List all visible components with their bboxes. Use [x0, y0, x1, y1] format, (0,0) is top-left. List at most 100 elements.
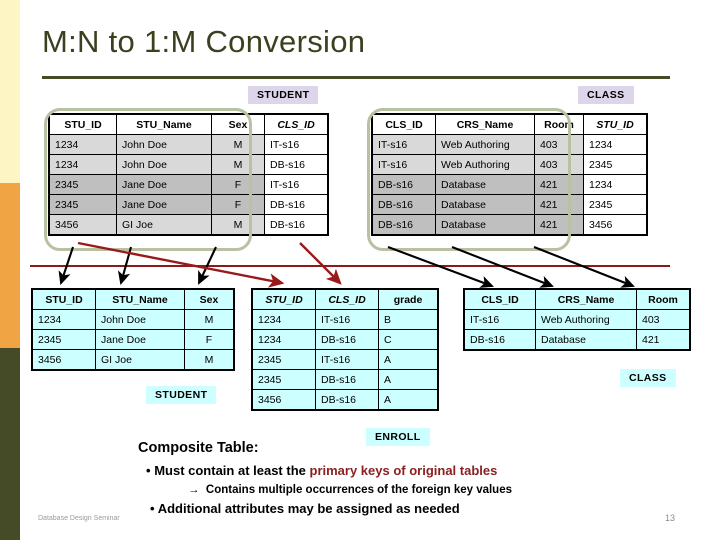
top-student-caption: STUDENT [248, 86, 319, 104]
cell-sex: M [211, 134, 265, 155]
table-row: 3456 DB-s16 A [251, 389, 439, 411]
cell-cls-id: DB-s16 [264, 154, 329, 175]
table-row: DB-s16 Database 421 [463, 329, 691, 351]
table-header-row: STU_ID STU_Name Sex [31, 288, 235, 310]
bottom-class-caption: CLASS [620, 369, 676, 387]
cell-cls-id: DB-s16 [371, 214, 436, 236]
cell-stu-id: 1234 [31, 309, 96, 330]
sub-note-foreign-keys: → Contains multiple occurrences of the f… [188, 484, 512, 496]
cell-grade: A [378, 389, 439, 411]
left-stripe-orange [0, 183, 20, 348]
section-divider [30, 265, 670, 267]
cell-cls-id: IT-s16 [371, 154, 436, 175]
cell-room: 421 [636, 329, 691, 351]
cell-crs-name: Database [435, 214, 535, 236]
enroll-caption: ENROLL [366, 428, 430, 446]
table-row: DB-s16 Database 421 1234 [371, 174, 648, 195]
bullet2-text: Additional attributes may be assigned as… [157, 501, 460, 516]
cell-room: 421 [534, 194, 584, 215]
arrow-student-to-enroll-clsid [299, 242, 342, 285]
cell-sex: M [211, 154, 265, 175]
cell-stu-name: Jane Doe [116, 174, 212, 195]
cell-stu-id: 1234 [583, 174, 648, 195]
cell-cls-id: IT-s16 [315, 309, 379, 330]
left-stripe-olive [0, 348, 20, 540]
cell-crs-name: Web Authoring [435, 134, 535, 155]
cell-crs-name: Database [535, 329, 637, 351]
col-room: Room [636, 288, 691, 310]
cell-stu-name: Jane Doe [95, 329, 185, 350]
col-sex: Sex [184, 288, 235, 310]
table-row: DB-s16 Database 421 3456 [371, 214, 648, 236]
table-row: 2345 Jane Doe F [31, 329, 235, 350]
table-row: IT-s16 Web Authoring 403 1234 [371, 134, 648, 155]
cell-cls-id: IT-s16 [264, 134, 329, 155]
arrow-student-to-enroll-stuid [77, 241, 285, 288]
cell-grade: B [378, 309, 439, 330]
bullet-primary-keys: • Must contain at least the primary keys… [146, 463, 497, 478]
cell-stu-id: 2345 [251, 369, 316, 390]
bottom-student-table: STU_ID STU_Name Sex 1234 John Doe M 2345… [31, 288, 235, 371]
cell-sex: F [211, 174, 265, 195]
bullet-glyph: • [146, 463, 151, 478]
sub-note-text: Contains multiple occurrences of the for… [205, 484, 512, 496]
table-row: 2345 DB-s16 A [251, 369, 439, 390]
title-underline-rule [42, 76, 670, 79]
cell-cls-id: DB-s16 [463, 329, 536, 351]
cell-cls-id: DB-s16 [371, 194, 436, 215]
cell-room: 403 [534, 154, 584, 175]
cell-cls-id: DB-s16 [264, 214, 329, 236]
table-row: 2345 Jane Doe F IT-s16 [48, 174, 329, 195]
cell-stu-id: 1234 [583, 134, 648, 155]
col-stu-id: STU_ID [48, 113, 117, 135]
cell-stu-id: 1234 [251, 309, 316, 330]
cell-cls-id: DB-s16 [315, 389, 379, 411]
right-arrow-icon: → [188, 484, 200, 496]
cell-cls-id: IT-s16 [315, 349, 379, 370]
col-stu-id: STU_ID [583, 113, 648, 135]
cell-stu-id: 3456 [31, 349, 96, 371]
cell-cls-id: IT-s16 [264, 174, 329, 195]
top-class-caption: CLASS [578, 86, 634, 104]
cell-grade: A [378, 369, 439, 390]
top-student-table: STU_ID STU_Name Sex CLS_ID 1234 John Doe… [48, 113, 329, 236]
cell-cls-id: DB-s16 [315, 369, 379, 390]
cell-sex: M [184, 309, 235, 330]
col-stu-name: STU_Name [95, 288, 185, 310]
col-grade: grade [378, 288, 439, 310]
table-header-row: STU_ID CLS_ID grade [251, 288, 439, 310]
cell-stu-name: John Doe [95, 309, 185, 330]
cell-stu-id: 2345 [251, 349, 316, 370]
col-cls-id: CLS_ID [371, 113, 436, 135]
cell-stu-id: 3456 [583, 214, 648, 236]
bullet-glyph: • [150, 501, 155, 516]
cell-stu-name: John Doe [116, 154, 212, 175]
cell-grade: C [378, 329, 439, 350]
table-row: DB-s16 Database 421 2345 [371, 194, 648, 215]
col-crs-name: CRS_Name [435, 113, 535, 135]
col-stu-name: STU_Name [116, 113, 212, 135]
cell-stu-id: 1234 [48, 154, 117, 175]
bullet1-text-highlight: primary keys of original tables [309, 463, 498, 478]
cell-stu-id: 3456 [48, 214, 117, 236]
bottom-class-table: CLS_ID CRS_Name Room IT-s16 Web Authorin… [463, 288, 691, 351]
slide-canvas: M:N to 1:M Conversion STUDENT STU_ID STU… [0, 0, 720, 540]
cell-stu-id: 2345 [583, 154, 648, 175]
table-row: 2345 Jane Doe F DB-s16 [48, 194, 329, 215]
table-header-row: CLS_ID CRS_Name Room [463, 288, 691, 310]
top-class-table: CLS_ID CRS_Name Room STU_ID IT-s16 Web A… [371, 113, 648, 236]
cell-sex: F [211, 194, 265, 215]
cell-crs-name: Database [435, 194, 535, 215]
table-header-row: CLS_ID CRS_Name Room STU_ID [371, 113, 648, 135]
col-stu-id: STU_ID [251, 288, 316, 310]
cell-sex: M [211, 214, 265, 236]
table-header-row: STU_ID STU_Name Sex CLS_ID [48, 113, 329, 135]
cell-sex: M [184, 349, 235, 371]
col-room: Room [534, 113, 584, 135]
cell-stu-id: 2345 [48, 194, 117, 215]
table-row: 3456 GI Joe M DB-s16 [48, 214, 329, 236]
cell-stu-id: 1234 [251, 329, 316, 350]
cell-cls-id: DB-s16 [315, 329, 379, 350]
arrow-layer [58, 241, 635, 288]
cell-stu-name: GI Joe [116, 214, 212, 236]
